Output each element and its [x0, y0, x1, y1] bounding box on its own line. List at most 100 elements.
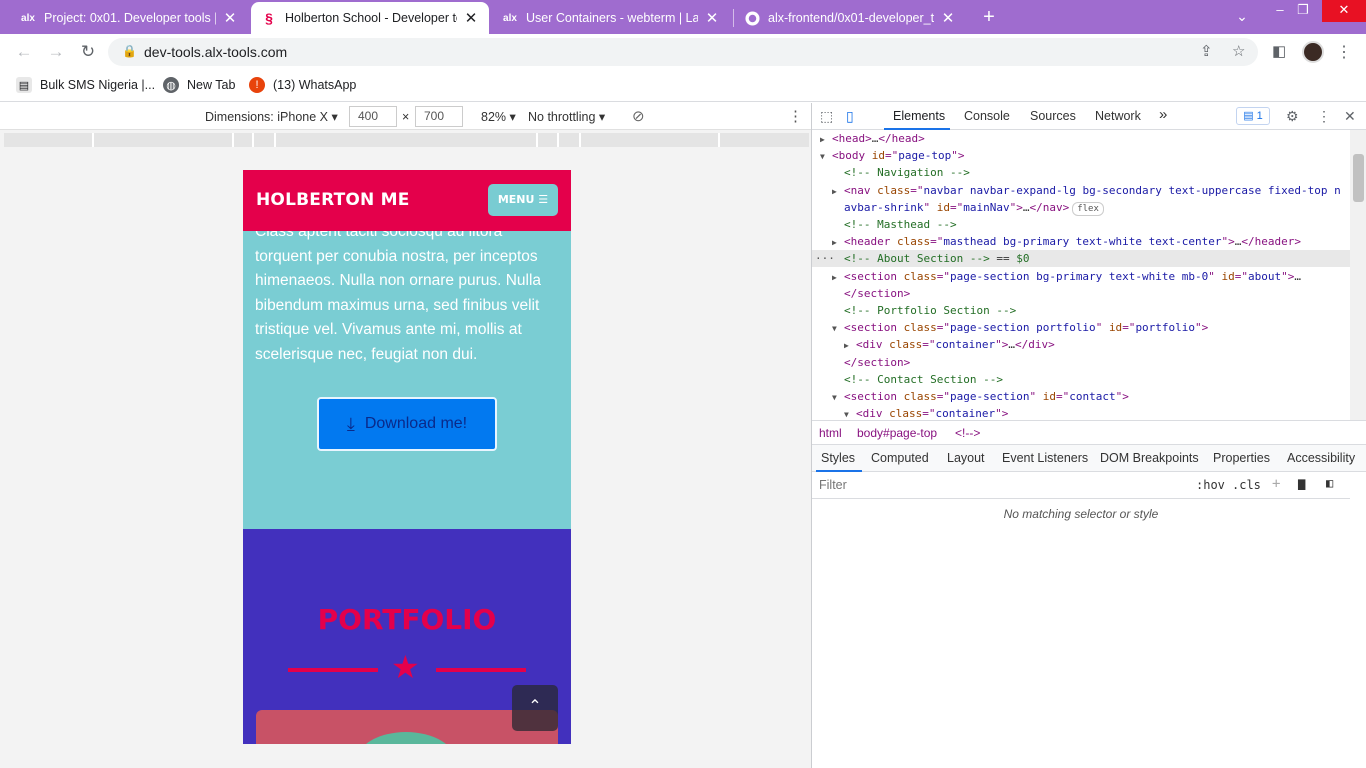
dom-node[interactable]: ▶ <nav class="navbar navbar-expand-lg bg-… [812, 182, 1350, 199]
styles-filter-input[interactable] [816, 475, 1186, 495]
collapse-triangle-icon[interactable]: ▼ [832, 389, 844, 406]
scroll-to-top-button[interactable]: ⌃ [512, 685, 558, 731]
url-text[interactable]: dev-tools.alx-tools.com [144, 44, 287, 60]
throttling-select[interactable]: No throttling ▾ [528, 109, 605, 124]
close-devtools-icon[interactable]: ✕ [1344, 108, 1356, 125]
tab-sources[interactable]: Sources [1030, 109, 1076, 123]
dom-node[interactable]: ▼ <body id="page-top"> [812, 147, 1350, 164]
window-close-button[interactable]: ✕ [1322, 0, 1366, 22]
inspect-element-icon[interactable]: ⬚ [820, 108, 833, 125]
dom-node[interactable]: <!-- Navigation --> [812, 164, 1350, 181]
more-options-icon[interactable]: ⋮ [788, 107, 803, 125]
dom-node[interactable]: ▼ <section class="page-section portfolio"… [812, 319, 1350, 336]
bookmark-item[interactable]: ▤ Bulk SMS Nigeria |... [16, 77, 155, 93]
back-icon[interactable]: ← [14, 42, 34, 62]
close-tab-icon[interactable]: ✕ [940, 9, 956, 27]
devtools-menu-icon[interactable]: ⋮ [1317, 108, 1331, 125]
browser-tab[interactable]: alx User Containers - webterm | Lago ✕ [492, 2, 730, 34]
breadcrumb-html[interactable]: html [819, 426, 842, 440]
forward-icon[interactable]: → [46, 42, 66, 62]
tab-event-listeners[interactable]: Event Listeners [1002, 451, 1088, 465]
close-tab-icon[interactable]: ✕ [463, 9, 479, 27]
restore-button[interactable]: ❐ [1283, 0, 1323, 22]
paint-icon[interactable]: ▆ [1298, 476, 1305, 490]
issues-button[interactable]: ▤ 1 [1236, 107, 1270, 125]
lock-icon[interactable]: 🔒 [122, 44, 137, 58]
browser-menu-icon[interactable]: ⋮ [1336, 42, 1352, 62]
dom-node[interactable]: <!-- Portfolio Section --> [812, 302, 1350, 319]
zoom-select[interactable]: 82% ▾ [481, 109, 516, 124]
dom-node[interactable]: ▶ <div class="container">…</div> [812, 336, 1350, 353]
tab-styles[interactable]: Styles [821, 451, 855, 465]
dom-node-selected[interactable]: ··· <!-- About Section --> == $0 [812, 250, 1350, 268]
expand-triangle-icon[interactable]: ▶ [844, 337, 856, 354]
brand-logo[interactable]: HOLBERTON ME [256, 190, 410, 210]
tab-network[interactable]: Network [1095, 109, 1141, 123]
expand-triangle-icon[interactable]: ▶ [820, 131, 832, 148]
cls-toggle[interactable]: .cls [1232, 478, 1261, 492]
toggle-sidebar-icon[interactable]: ◧ [1326, 476, 1333, 490]
dom-node[interactable]: ▼ <section class="page-section" id="conta… [812, 388, 1350, 405]
dom-node[interactable]: </section> [812, 354, 1350, 371]
address-bar[interactable]: 🔒 dev-tools.alx-tools.com [108, 38, 1258, 66]
add-rule-icon[interactable]: + [1272, 476, 1280, 492]
rotate-icon[interactable]: ⊘ [632, 107, 645, 125]
expand-triangle-icon[interactable]: ▶ [832, 183, 844, 200]
bookmark-item[interactable]: ! (13) WhatsApp [249, 77, 356, 93]
reload-icon[interactable]: ↻ [78, 42, 98, 62]
styles-filter-row: :hov .cls + ▆ ◧ [812, 472, 1366, 499]
breadcrumb-comment[interactable]: <!--> [955, 426, 980, 440]
tab-elements[interactable]: Elements [893, 109, 945, 123]
new-tab-button[interactable]: + [978, 6, 1000, 28]
scrollbar-thumb[interactable] [1353, 154, 1364, 202]
tab-search-icon[interactable]: ⌄ [1222, 6, 1262, 28]
tab-console[interactable]: Console [964, 109, 1010, 123]
mobile-viewport: Class aptent taciti sociosqu ad litora t… [243, 170, 571, 744]
device-select[interactable]: Dimensions: iPhone X ▾ [205, 109, 338, 124]
collapse-triangle-icon[interactable]: ▼ [820, 148, 832, 165]
flex-badge[interactable]: flex [1072, 201, 1104, 216]
close-tab-icon[interactable]: ✕ [222, 9, 238, 27]
dom-node[interactable]: </section> [812, 285, 1350, 302]
collapse-triangle-icon[interactable]: ▼ [844, 406, 856, 420]
dom-node[interactable]: avbar-shrink" id="mainNav">…</nav> flex [812, 199, 1350, 216]
star-icon: ★ [391, 649, 420, 685]
bookmarks-bar: ▤ Bulk SMS Nigeria |... ◍ New Tab ! (13)… [0, 70, 1366, 102]
browser-tab[interactable]: alx Project: 0x01. Developer tools | Lo … [10, 2, 248, 34]
settings-gear-icon[interactable]: ⚙ [1286, 108, 1299, 125]
more-tabs-icon[interactable]: » [1159, 106, 1167, 123]
browser-tab[interactable]: alx-frontend/0x01-developer_too ✕ [734, 2, 966, 34]
browser-tab-active[interactable]: § Holberton School - Developer to ✕ [251, 2, 489, 34]
dom-node[interactable]: <!-- Contact Section --> [812, 371, 1350, 388]
device-toggle-icon[interactable]: ▯ [846, 108, 854, 125]
dom-tree[interactable]: ▶ <head>…</head> ▼ <body id="page-top"> <!--… [812, 130, 1350, 420]
height-input[interactable]: 700 [415, 106, 463, 127]
breadcrumb-body[interactable]: body#page-top [857, 426, 937, 440]
dom-scrollbar[interactable] [1350, 130, 1366, 420]
bookmark-star-icon[interactable]: ☆ [1232, 42, 1245, 60]
close-tab-icon[interactable]: ✕ [704, 9, 720, 27]
tab-accessibility[interactable]: Accessibility [1287, 451, 1355, 465]
dom-node[interactable]: ▶ <header class="masthead bg-primary text… [812, 233, 1350, 250]
tab-computed[interactable]: Computed [871, 451, 929, 465]
collapse-triangle-icon[interactable]: ▼ [832, 320, 844, 337]
dom-node[interactable]: ▶ <section class="page-section bg-primary… [812, 268, 1350, 285]
tab-dom-breakpoints[interactable]: DOM Breakpoints [1100, 451, 1199, 465]
profile-avatar[interactable] [1302, 41, 1324, 63]
tab-properties[interactable]: Properties [1213, 451, 1270, 465]
expand-triangle-icon[interactable]: ▶ [832, 269, 844, 286]
hov-toggle[interactable]: :hov [1196, 478, 1225, 492]
bookmark-item[interactable]: ◍ New Tab [163, 77, 235, 93]
menu-button[interactable]: MENU ☰ [488, 184, 558, 216]
download-button[interactable]: ⤓ Download me! [317, 397, 497, 451]
share-icon[interactable]: ⇪ [1200, 42, 1213, 60]
styles-scrollbar[interactable] [1350, 472, 1366, 768]
tab-layout[interactable]: Layout [947, 451, 985, 465]
dom-node[interactable]: <!-- Masthead --> [812, 216, 1350, 233]
expand-triangle-icon[interactable]: ▶ [832, 234, 844, 251]
width-input[interactable]: 400 [349, 106, 397, 127]
dom-node[interactable]: ▶ <head>…</head> [812, 130, 1350, 147]
dom-node[interactable]: ▼ <div class="container"> [812, 405, 1350, 420]
side-panel-icon[interactable]: ◧ [1272, 42, 1286, 60]
media-query-ruler[interactable] [4, 133, 809, 147]
